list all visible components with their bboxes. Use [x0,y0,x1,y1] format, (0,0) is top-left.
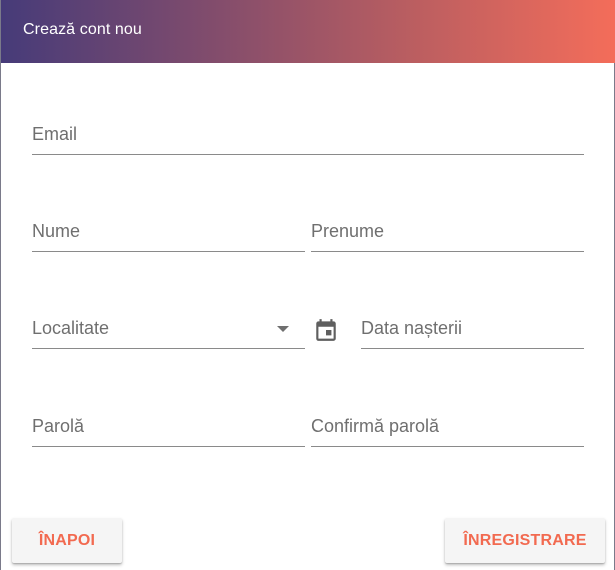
email-field[interactable]: Email [32,114,584,155]
localitate-select[interactable]: Localitate [32,308,305,349]
confirm-password-field[interactable]: Confirmă parolă [311,406,584,447]
confirm-password-field-label: Confirmă parolă [311,416,440,436]
chevron-down-icon [277,326,289,332]
email-field-label: Email [32,124,78,144]
localitate-select-label: Localitate [32,318,110,338]
dialog-title: Crează cont nou [23,21,142,38]
register-button[interactable]: ÎNREGISTRARE [445,518,605,563]
birthdate-field[interactable]: Data nașterii [361,308,584,349]
prenume-field[interactable]: Prenume [311,211,584,252]
dialog-header: Crează cont nou [1,0,615,63]
calendar-icon[interactable] [313,316,339,344]
password-field-label: Parolă [32,416,85,436]
birthdate-field-label: Data nașterii [361,318,463,338]
prenume-field-label: Prenume [311,221,385,241]
back-button[interactable]: ÎNAPOI [12,518,122,563]
nume-field-label: Nume [32,221,81,241]
password-field[interactable]: Parolă [32,406,305,447]
nume-field[interactable]: Nume [32,211,305,252]
create-account-dialog: Crează cont nou Email Nume Prenume Local… [0,0,615,570]
